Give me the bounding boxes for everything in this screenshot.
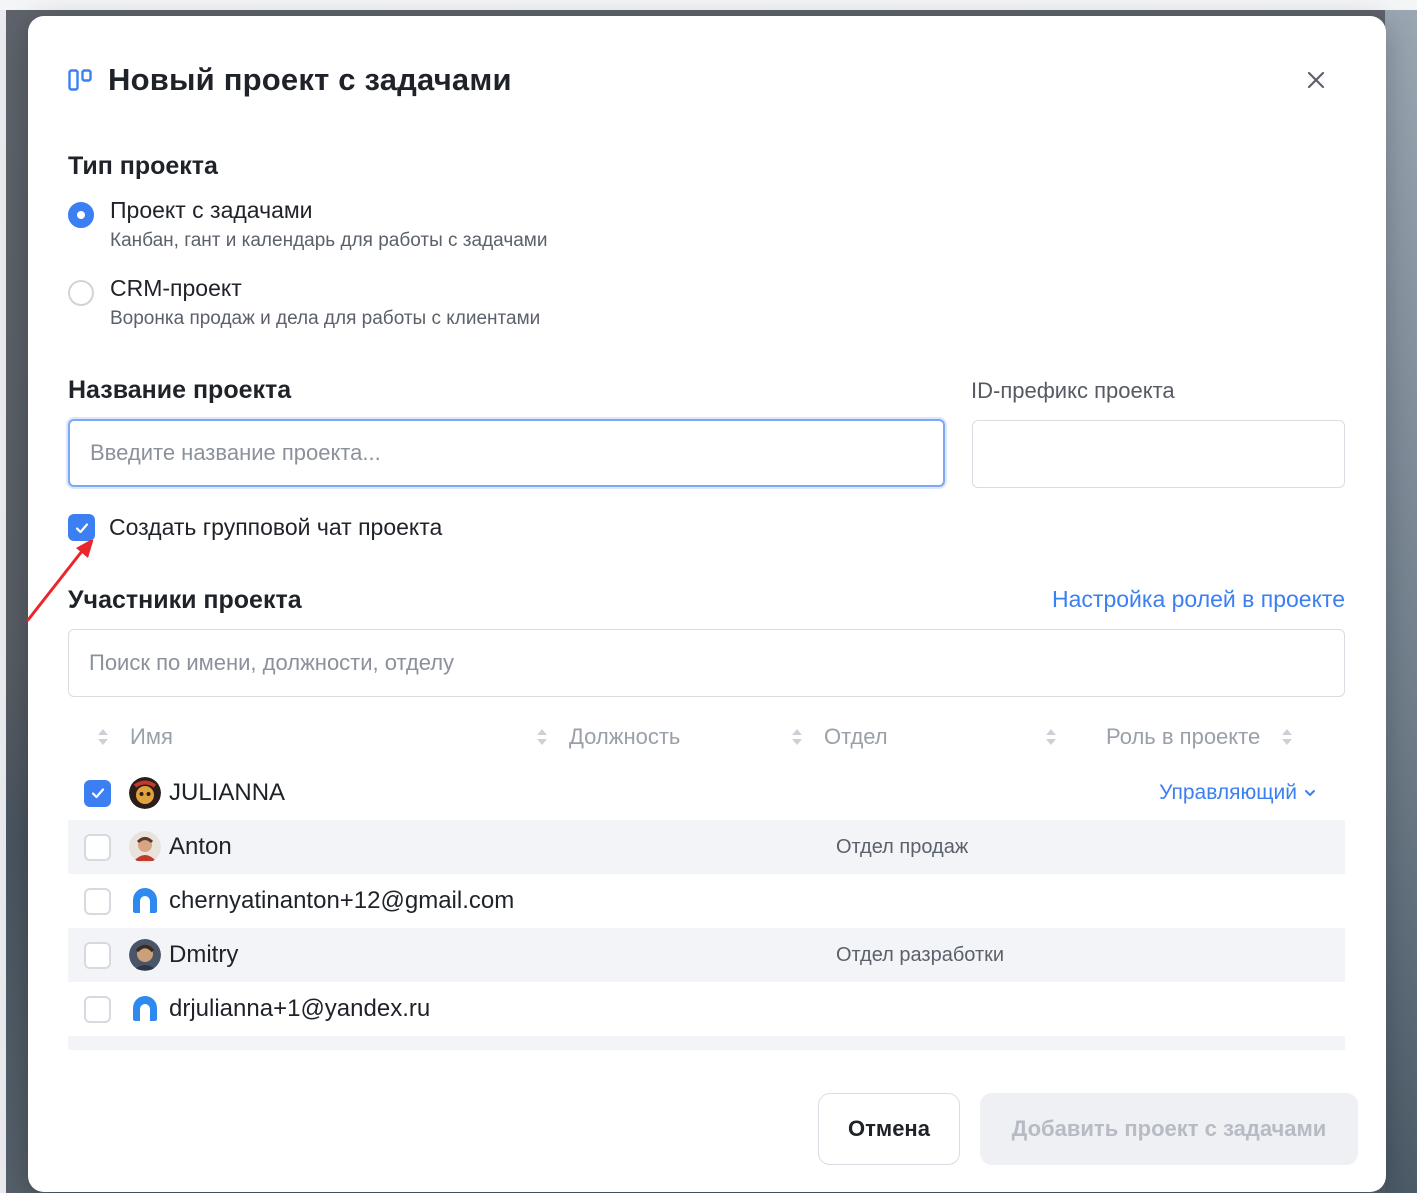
modal-title: Новый проект с задачами	[108, 62, 512, 97]
project-name-label: Название проекта	[68, 376, 292, 404]
row-checkbox[interactable]	[84, 833, 111, 861]
members-search-input[interactable]	[68, 629, 1345, 697]
column-header-department[interactable]: Отдел	[790, 724, 888, 750]
sort-icon	[1282, 729, 1293, 745]
members-table-body: JULIANNA Управляющий Anton Отдел продаж	[68, 764, 1345, 1050]
project-prefix-label: ID-префикс проекта	[971, 378, 1175, 403]
annotation-arrow-icon	[26, 540, 94, 622]
radio-label: Проект с задачами	[110, 197, 313, 223]
checkmark-icon	[75, 522, 88, 533]
radio-description: Воронка продаж и дела для работы с клиен…	[110, 308, 541, 329]
table-row[interactable]: drjulianna+1@yandex.ru	[68, 982, 1345, 1036]
column-header-name[interactable]: Имя	[96, 724, 173, 750]
modal-header: Новый проект с задачами	[68, 60, 1346, 100]
table-row[interactable]: Anton Отдел продаж	[68, 820, 1345, 874]
table-row[interactable]: Dmitry Отдел разработки	[68, 928, 1345, 982]
close-icon	[1307, 71, 1325, 89]
role-dropdown[interactable]: Управляющий	[1159, 781, 1317, 805]
row-checkbox[interactable]	[84, 995, 111, 1023]
user-avatar	[129, 831, 161, 863]
row-checkbox[interactable]	[84, 779, 111, 807]
column-header-role[interactable]: Роль в проекте	[1044, 724, 1294, 750]
add-project-button[interactable]: Добавить проект с задачами	[980, 1093, 1358, 1165]
default-user-icon	[133, 996, 157, 1021]
column-header-label: Имя	[130, 724, 173, 749]
project-name-input[interactable]	[68, 419, 945, 487]
radio-label: CRM-проект	[110, 275, 242, 301]
background-topbar	[0, 0, 1417, 10]
member-department: Отдел продаж	[836, 835, 969, 858]
member-department: Отдел разработки	[836, 943, 1005, 966]
close-button[interactable]	[1296, 60, 1336, 100]
column-header-label: Должность	[569, 724, 681, 749]
default-user-icon	[133, 888, 157, 913]
checkmark-icon	[91, 788, 104, 799]
row-checkbox[interactable]	[84, 887, 111, 915]
table-row-partial	[68, 1036, 1345, 1050]
chevron-down-icon	[1305, 790, 1315, 796]
user-avatar	[129, 777, 161, 809]
project-type-title: Тип проекта	[68, 152, 218, 180]
radio-option-crm-project[interactable]: CRM-проект Воронка продаж и дела для раб…	[68, 274, 540, 330]
member-name: Dmitry	[169, 941, 239, 968]
role-label: Управляющий	[1159, 781, 1297, 804]
column-header-label: Отдел	[824, 724, 888, 749]
member-name: Anton	[169, 833, 232, 860]
radio-task-project[interactable]	[68, 202, 94, 228]
sort-icon	[1046, 729, 1056, 745]
sort-icon	[537, 729, 547, 745]
member-name: chernyatinanton+12@gmail.com	[169, 887, 515, 914]
user-avatar	[129, 939, 161, 971]
background-right-column	[1385, 10, 1417, 1193]
radio-crm-project[interactable]	[68, 280, 94, 306]
project-prefix-input[interactable]	[972, 420, 1345, 488]
table-row[interactable]: JULIANNA Управляющий	[68, 766, 1345, 820]
column-header-position[interactable]: Должность	[535, 724, 680, 750]
sort-icon	[98, 729, 108, 745]
kanban-icon	[68, 69, 92, 91]
member-name: JULIANNA	[169, 779, 286, 806]
column-header-label: Роль в проекте	[1106, 724, 1261, 749]
members-table-header: Имя Должность Отдел Роль в проекте	[68, 716, 1345, 762]
radio-description: Канбан, гант и календарь для работы с за…	[110, 230, 548, 251]
group-chat-checkbox[interactable]	[68, 514, 95, 541]
table-row[interactable]: chernyatinanton+12@gmail.com	[68, 874, 1345, 928]
new-project-modal: Новый проект с задачами Тип проекта Прое…	[28, 16, 1386, 1192]
sort-icon	[792, 729, 802, 745]
row-checkbox[interactable]	[84, 941, 111, 969]
background-left-strip	[0, 10, 6, 1193]
roles-settings-link[interactable]: Настройка ролей в проекте	[1052, 586, 1345, 613]
cancel-button[interactable]: Отмена	[818, 1093, 960, 1165]
member-name: drjulianna+1@yandex.ru	[169, 995, 431, 1022]
group-chat-label: Создать групповой чат проекта	[109, 514, 443, 540]
radio-option-task-project[interactable]: Проект с задачами Канбан, гант и календа…	[68, 196, 547, 252]
group-chat-option[interactable]: Создать групповой чат проекта	[68, 514, 442, 541]
